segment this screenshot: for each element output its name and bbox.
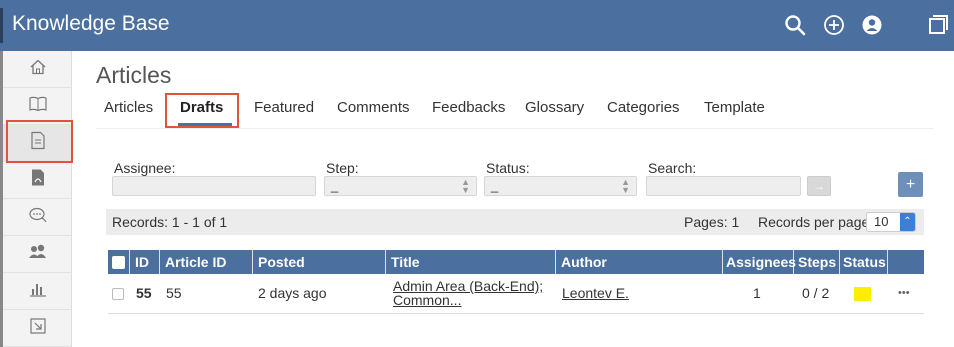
column-divider [722, 250, 723, 274]
tab-feedbacks[interactable]: Feedbacks [432, 99, 505, 116]
article-title-link-line2[interactable]: Common... [393, 292, 461, 308]
table-row[interactable]: 55 55 2 days ago Admin Area (Back-End); … [108, 274, 924, 314]
sidebar-highlight-box [6, 120, 73, 163]
search-go-button[interactable]: → [807, 176, 831, 196]
cell-title[interactable]: Admin Area (Back-End); Common... [393, 279, 543, 307]
sidebar-item-home[interactable] [3, 51, 72, 88]
search-label: Search: [648, 160, 697, 176]
column-divider [159, 250, 160, 274]
column-header-posted[interactable]: Posted [258, 250, 305, 274]
records-per-page-value: 10 [874, 214, 889, 229]
pages-count: Pages: 1 [684, 214, 740, 230]
user-icon[interactable] [859, 12, 885, 38]
records-per-page-select[interactable]: 10 ⌃ [866, 212, 916, 232]
window-icon[interactable] [925, 12, 951, 38]
records-bar: Records: 1 - 1 of 1 Pages: 1 Records per… [106, 209, 924, 235]
column-divider [887, 250, 888, 274]
status-label: Status: [486, 160, 530, 176]
search-icon[interactable] [782, 12, 808, 38]
comments-icon [28, 206, 48, 229]
column-header-author[interactable]: Author [561, 250, 607, 274]
column-header-assignees[interactable]: Assignees [726, 250, 796, 274]
select-arrows-icon: ▲ ▼ [461, 177, 470, 195]
column-divider [839, 250, 840, 274]
cell-article-id: 55 [166, 285, 182, 301]
tabs-divider [96, 128, 934, 129]
step-label: Step: [326, 160, 359, 176]
home-icon [29, 58, 47, 81]
column-divider [129, 250, 130, 274]
cell-id: 55 [136, 285, 152, 301]
sidebar-item-reports[interactable] [3, 273, 72, 310]
records-per-page-label: Records per page: [758, 214, 874, 230]
app-title: Knowledge Base [12, 12, 170, 35]
author-link[interactable]: Leontev E. [562, 285, 629, 301]
users-icon [27, 243, 49, 266]
column-header-article-id[interactable]: Article ID [165, 250, 226, 274]
more-actions-icon[interactable]: ••• [898, 287, 910, 299]
tab-featured[interactable]: Featured [254, 99, 314, 116]
status-select[interactable]: _ ▲ ▼ [484, 176, 637, 196]
status-select-value: _ [491, 178, 499, 193]
assignee-label: Assignee: [114, 160, 176, 176]
tab-glossary[interactable]: Glossary [525, 99, 584, 116]
step-select-value: _ [331, 178, 339, 193]
tab-highlight-box [165, 93, 239, 128]
column-header-status[interactable]: Status [843, 250, 886, 274]
select-all-checkbox[interactable] [112, 256, 125, 269]
column-divider [793, 250, 794, 274]
search-input[interactable] [646, 176, 801, 196]
sidebar [0, 51, 72, 347]
tab-categories[interactable]: Categories [607, 99, 680, 116]
sidebar-item-export[interactable] [3, 310, 72, 347]
sidebar-item-users[interactable] [3, 236, 72, 273]
pdf-file-icon [30, 168, 46, 192]
table-header: ID Article ID Posted Title Author Assign… [108, 250, 924, 274]
step-select[interactable]: _ ▲ ▼ [324, 176, 477, 196]
top-bar: Knowledge Base [0, 0, 954, 51]
sidebar-item-comments[interactable] [3, 199, 72, 236]
sidebar-item-files[interactable] [3, 162, 72, 199]
book-icon [28, 95, 48, 118]
column-divider [555, 250, 556, 274]
chevron-updown-icon: ⌃ [900, 213, 915, 231]
column-header-id[interactable]: ID [135, 250, 149, 274]
select-arrows-icon: ▲ ▼ [621, 177, 630, 195]
row-checkbox[interactable] [112, 288, 124, 300]
add-article-button[interactable]: + [898, 172, 923, 197]
export-icon [29, 317, 47, 340]
status-indicator [854, 287, 871, 301]
cell-assignees: 1 [753, 285, 761, 301]
column-header-title[interactable]: Title [391, 250, 420, 274]
window-edge [0, 8, 3, 43]
records-summary: Records: 1 - 1 of 1 [112, 214, 228, 230]
assignee-input[interactable] [112, 176, 316, 196]
tab-articles[interactable]: Articles [104, 99, 153, 116]
cell-steps: 0 / 2 [802, 285, 830, 301]
column-header-steps[interactable]: Steps [798, 250, 836, 274]
bar-chart-icon [29, 280, 47, 303]
cell-posted: 2 days ago [258, 285, 327, 301]
tab-template[interactable]: Template [704, 99, 765, 116]
column-divider [385, 250, 386, 274]
tab-comments[interactable]: Comments [337, 99, 410, 116]
column-divider [252, 250, 253, 274]
page-title: Articles [96, 62, 172, 88]
add-circle-icon[interactable] [821, 12, 847, 38]
